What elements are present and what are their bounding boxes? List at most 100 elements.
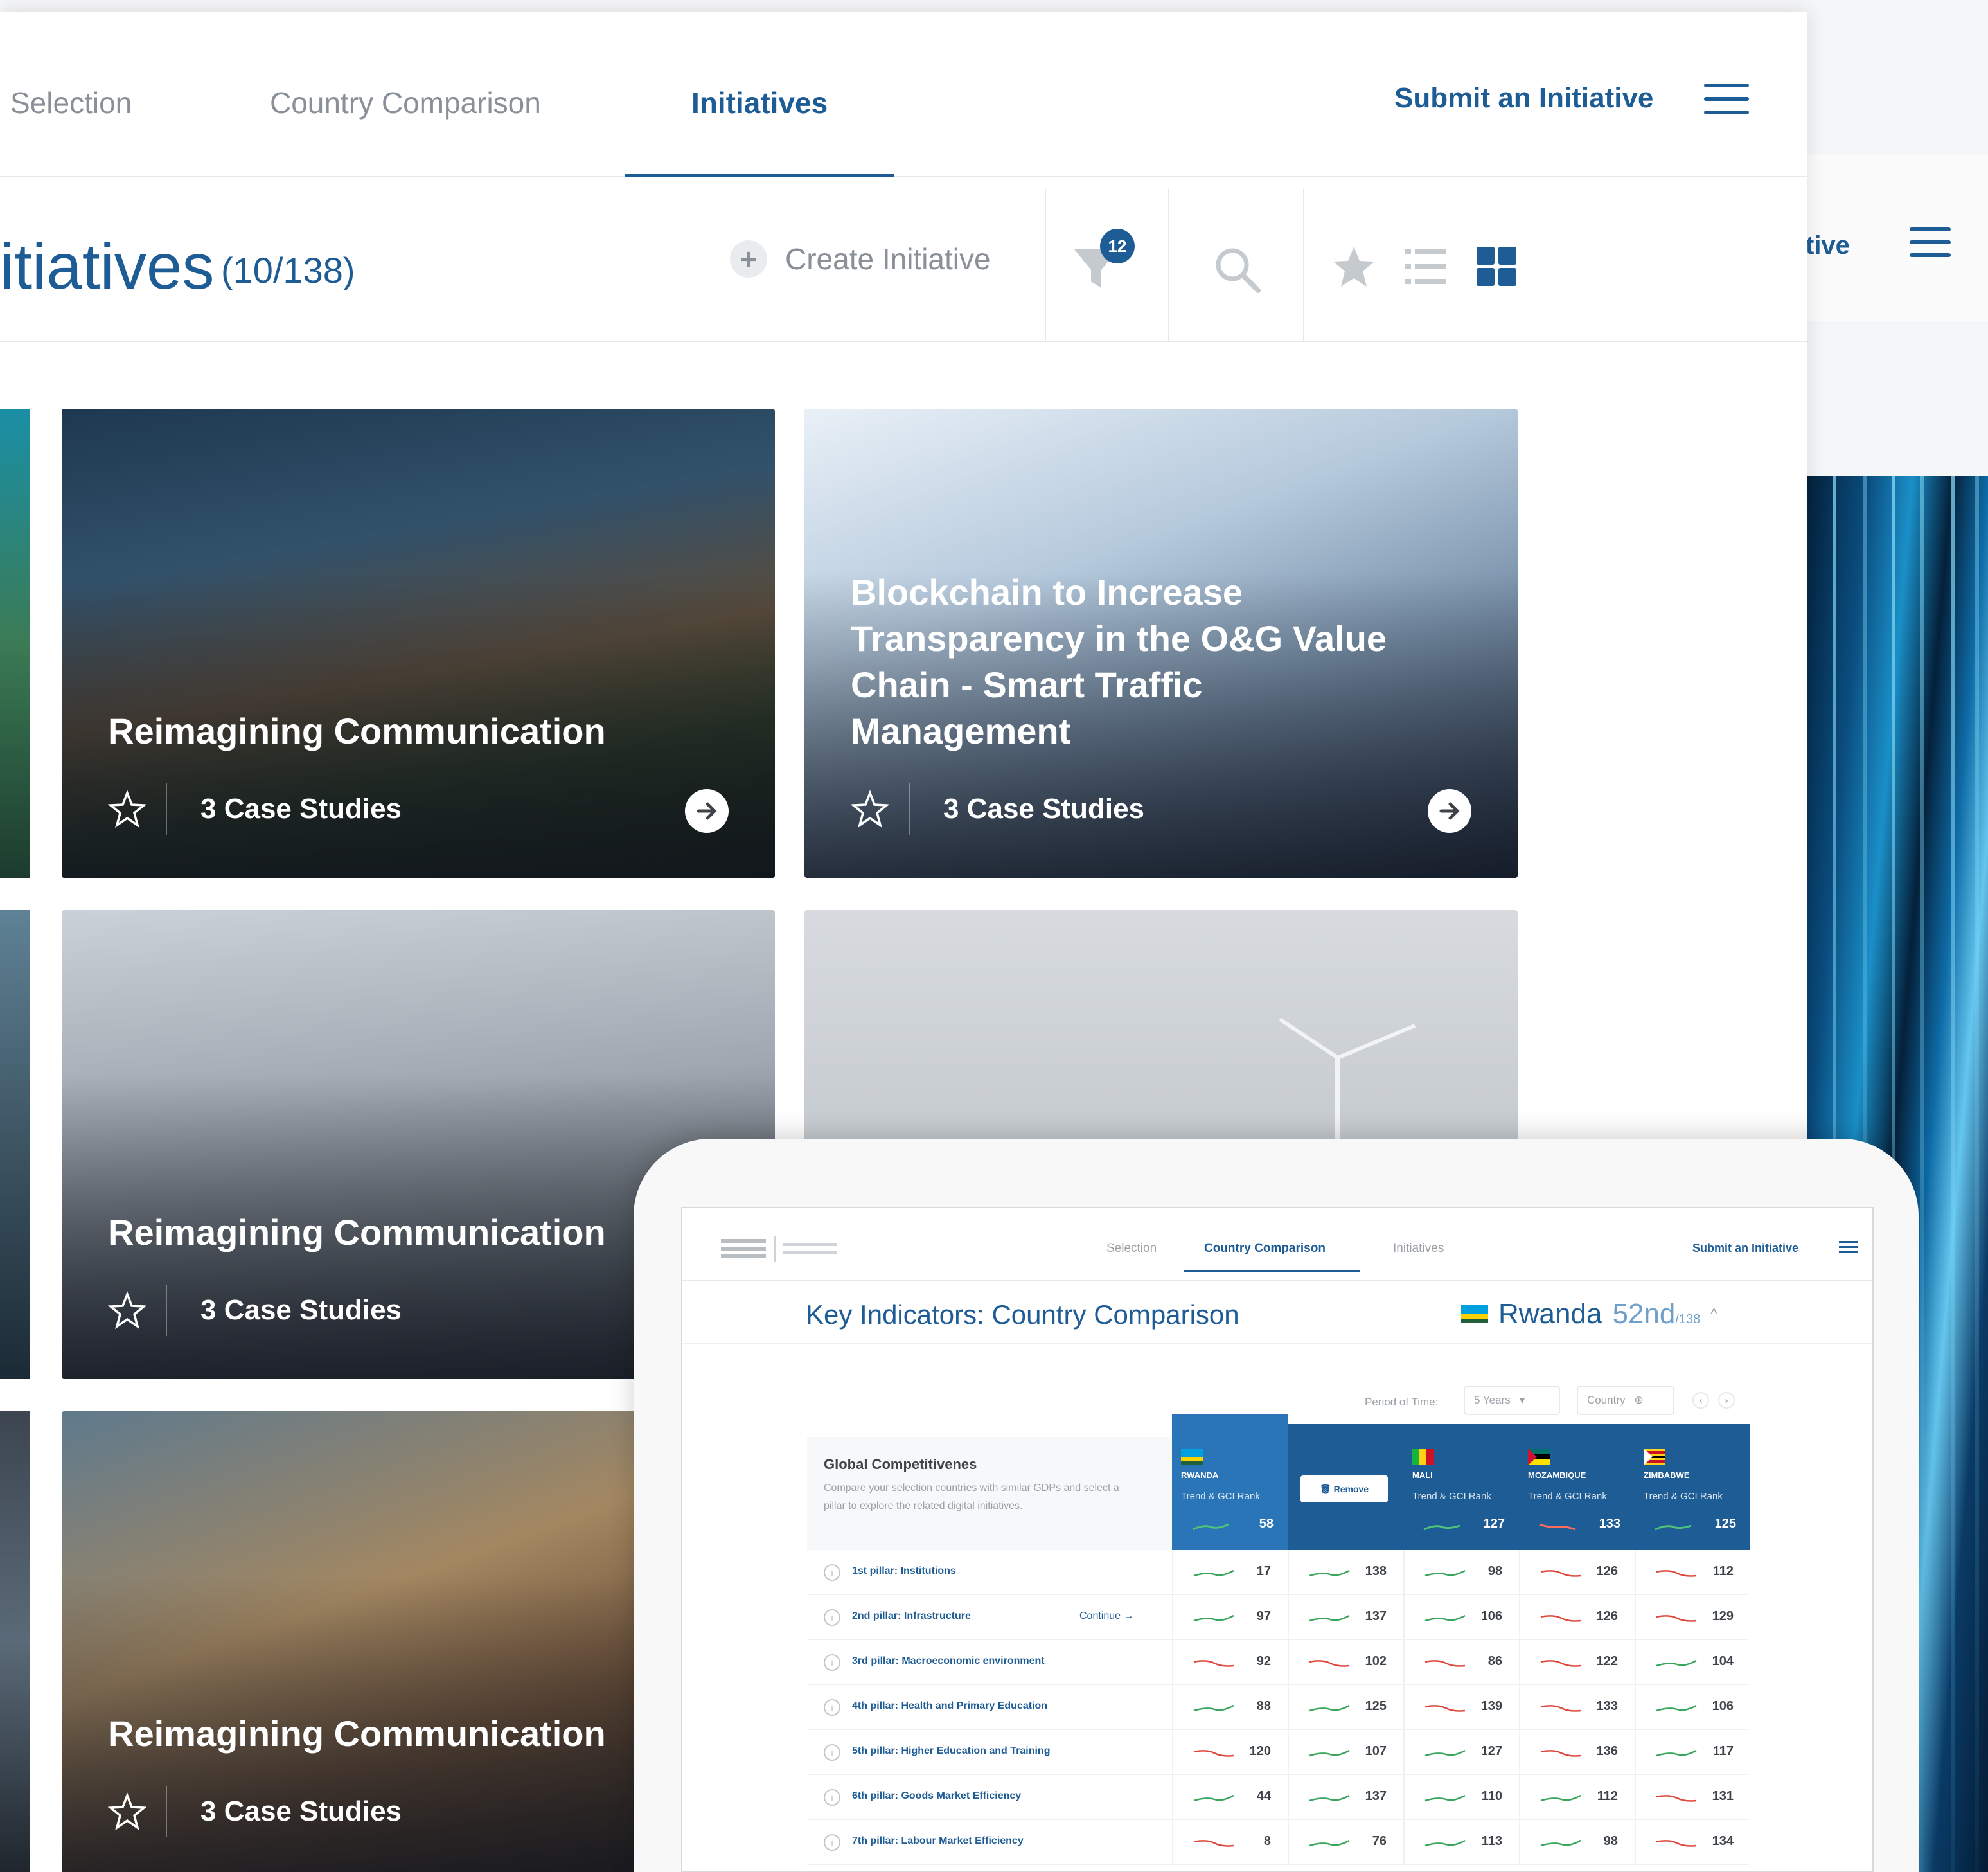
card-title: Reimagining Communication (108, 711, 606, 751)
table-row[interactable]: i 6th pillar: Goods Market Efficiency 44 13… (807, 1775, 1748, 1820)
trash-icon: 🗑 (1319, 1483, 1334, 1494)
tablet-page-title: Key Indicators: Country Comparison (806, 1299, 1239, 1330)
star-outline-icon[interactable] (851, 790, 889, 828)
create-initiative-button[interactable]: + Create Initiative (730, 236, 991, 281)
column-header-rwanda[interactable]: RWANDA Trend & GCI Rank 58 (1172, 1414, 1288, 1550)
column-gci-rank: 133 (1599, 1517, 1620, 1531)
pillar-label[interactable]: 4th pillar: Health and Primary Education (852, 1700, 1047, 1712)
rank-value: 125 (1365, 1699, 1387, 1713)
menu-icon[interactable] (1704, 82, 1749, 116)
rank-value: 92 (1256, 1654, 1271, 1668)
rank-value: 104 (1712, 1654, 1734, 1668)
tablet-tab-initiatives[interactable]: Initiatives (1393, 1242, 1444, 1256)
global-competitiveness-header: Global Competitivenes Compare your selec… (807, 1437, 1172, 1550)
rwanda-flag-icon (1181, 1449, 1203, 1465)
column-subtitle: Trend & GCI Rank (1412, 1491, 1491, 1502)
arrow-right-icon[interactable] (685, 789, 729, 833)
column-header-mozambique[interactable]: MOZAMBIQUE Trend & GCI Rank 133 (1519, 1424, 1635, 1550)
background-menu-icon (1910, 227, 1951, 257)
background-submit-label: tive (1806, 231, 1850, 260)
table-row[interactable]: i 4th pillar: Health and Primary Educatio… (807, 1685, 1748, 1730)
rank-value: 127 (1480, 1744, 1502, 1758)
rank-cell: 138 (1288, 1550, 1403, 1595)
trend-down-sparkline (1193, 1840, 1234, 1847)
case-studies-count: 3 Case Studies (943, 793, 1145, 825)
star-outline-icon[interactable] (108, 1792, 146, 1831)
search-icon[interactable] (1212, 244, 1263, 296)
remove-label: Remove (1333, 1484, 1369, 1494)
info-icon[interactable]: i (824, 1654, 840, 1671)
tablet-tab-country-comparison[interactable]: Country Comparison (1204, 1242, 1326, 1256)
column-header-mali[interactable]: MALI Trend & GCI Rank 127 (1403, 1424, 1519, 1550)
country-rank-total: /138 (1675, 1312, 1701, 1326)
column-country-name: MALI (1412, 1470, 1433, 1480)
arrow-right-icon[interactable] (1428, 789, 1471, 833)
chevron-up-icon: ^ (1710, 1306, 1717, 1322)
trend-sparkline (1655, 1524, 1692, 1531)
submit-initiative-link[interactable]: Submit an Initiative (1394, 82, 1653, 114)
rank-value: 44 (1256, 1789, 1271, 1803)
rank-cell: 126 (1519, 1595, 1635, 1640)
star-outline-icon[interactable] (108, 790, 146, 828)
column-gci-rank: 125 (1714, 1517, 1736, 1531)
info-icon[interactable]: i (824, 1744, 840, 1761)
initiative-card[interactable]: Reimagining Communication 3 Case Studies (62, 409, 775, 878)
rank-value: 17 (1256, 1564, 1271, 1578)
rank-cell: 125 (1288, 1685, 1403, 1730)
rank-cell: 98 (1403, 1550, 1519, 1595)
trend-up-sparkline (1424, 1614, 1466, 1622)
table-row[interactable]: i 7th pillar: Labour Market Efficiency 8 76… (807, 1820, 1748, 1865)
table-row[interactable]: i 5th pillar: Higher Education and Traini… (807, 1730, 1748, 1775)
column-header-zimbabwe[interactable]: ZIMBABWE Trend & GCI Rank 125 (1635, 1424, 1750, 1550)
info-icon[interactable]: i (824, 1789, 840, 1806)
info-icon[interactable]: i (824, 1564, 840, 1581)
tablet-menu-icon[interactable] (1839, 1240, 1858, 1254)
column-gci-rank: 127 (1483, 1517, 1505, 1531)
pillar-label[interactable]: 6th pillar: Goods Market Efficiency (852, 1790, 1021, 1802)
remove-button[interactable]: 🗑 Remove (1300, 1475, 1388, 1502)
column-country-name: RWANDA (1181, 1470, 1219, 1480)
column-country-name: MOZAMBIQUE (1528, 1470, 1586, 1480)
pillar-label[interactable]: 5th pillar: Higher Education and Trainin… (852, 1745, 1050, 1757)
pillar-label[interactable]: 3rd pillar: Macroeconomic environment (852, 1655, 1045, 1667)
period-select[interactable]: 5 Years ▾ (1464, 1386, 1560, 1415)
tab-selection[interactable]: Selection (10, 85, 132, 120)
pillar-label[interactable]: 1st pillar: Institutions (852, 1565, 956, 1577)
column-country-name: ZIMBABWE (1644, 1470, 1690, 1480)
pillar-label[interactable]: 7th pillar: Labour Market Efficiency (852, 1835, 1024, 1847)
table-row[interactable]: i 3rd pillar: Macroeconomic environment 92… (807, 1640, 1748, 1685)
tablet-submit-initiative-link[interactable]: Submit an Initiative (1692, 1242, 1798, 1255)
chevron-left-icon[interactable]: ‹ (1692, 1392, 1709, 1409)
star-outline-icon[interactable] (108, 1291, 146, 1330)
list-view-icon[interactable] (1405, 247, 1446, 287)
table-row[interactable]: i 1st pillar: Institutions 17 138 98 126 112 (807, 1550, 1748, 1595)
pillar-label[interactable]: 2nd pillar: Infrastructure (852, 1610, 971, 1622)
tablet-active-tab-indicator (1184, 1270, 1360, 1272)
trend-up-sparkline (1540, 1839, 1581, 1847)
initiative-card[interactable]: Blockchain to Increase Transparency in t… (804, 409, 1518, 878)
country-add-select[interactable]: Country ⊕ (1577, 1386, 1674, 1415)
tab-initiatives[interactable]: Initiatives (691, 85, 828, 120)
continue-link[interactable]: Continue → (1079, 1610, 1134, 1622)
table-row[interactable]: i 2nd pillar: Infrastructure Continue → 97 1… (807, 1595, 1748, 1640)
rank-value: 88 (1256, 1699, 1271, 1713)
trend-down-sparkline (1540, 1615, 1581, 1622)
initiatives-count: (10/138) (221, 250, 355, 290)
initiative-card[interactable] (804, 910, 1518, 1167)
grid-view-icon[interactable] (1477, 247, 1518, 287)
trend-down-sparkline (1540, 1660, 1581, 1667)
rank-value: 106 (1480, 1609, 1502, 1623)
favorites-view-icon[interactable] (1331, 244, 1376, 289)
trend-up-sparkline (1424, 1839, 1466, 1847)
chevron-right-icon[interactable]: › (1718, 1392, 1735, 1409)
tablet-tab-selection[interactable]: Selection (1106, 1242, 1157, 1256)
rank-cell: 110 (1403, 1775, 1519, 1820)
divider (1303, 189, 1304, 342)
country-selector[interactable]: Rwanda 52nd/138 ^ (1461, 1298, 1717, 1330)
info-icon[interactable]: i (824, 1834, 840, 1851)
partial-card-image (0, 1411, 30, 1872)
info-icon[interactable]: i (824, 1609, 840, 1626)
info-icon[interactable]: i (824, 1699, 840, 1716)
rank-cell: 97 (1172, 1595, 1288, 1640)
tab-country-comparison[interactable]: Country Comparison (270, 85, 541, 120)
